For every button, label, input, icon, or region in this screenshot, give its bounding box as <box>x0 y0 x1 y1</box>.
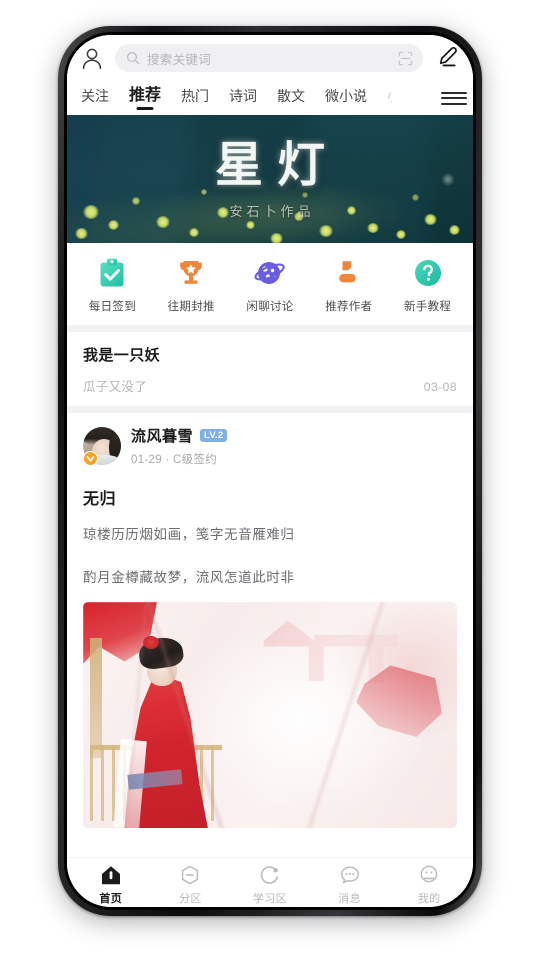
announcement-meta-row: 瓜子又没了 03-08 <box>83 376 457 395</box>
post-author-meta: 流风暮雪 LV.2 01-29 · C级签约 <box>131 425 228 467</box>
tab-remen[interactable]: 热门 <box>181 89 209 108</box>
category-tabs: 关注 推荐 热门 诗词 散文 微小说 小 <box>67 81 473 115</box>
banner-title: 星灯 <box>214 137 339 193</box>
planet-icon <box>254 262 285 284</box>
post-author-name[interactable]: 流风暮雪 <box>131 425 193 446</box>
question-circle-icon <box>414 260 441 286</box>
chat-bubble-icon <box>340 865 359 883</box>
nav-item-messages[interactable]: 消息 <box>310 864 390 906</box>
announcement-subtitle: 瓜子又没了 <box>83 380 148 394</box>
section-divider <box>67 325 473 332</box>
tab-next-partial[interactable]: 小 <box>387 89 392 108</box>
verified-v-icon <box>83 451 98 466</box>
nav-label: 学习区 <box>252 892 288 905</box>
post-date-and-rank: 01-29 · C级签约 <box>131 454 218 466</box>
quick-action-newbie-tutorial[interactable]: 新手教程 <box>388 256 467 314</box>
tabs-scroll-area[interactable]: 关注 推荐 热门 诗词 散文 微小说 小 <box>81 81 433 115</box>
circle-arc-icon <box>260 865 279 884</box>
nav-item-sections[interactable]: 分区 <box>151 864 231 906</box>
search-placeholder: 搜索关键词 <box>147 52 212 67</box>
announcement-date: 03-08 <box>423 380 457 394</box>
tab-tuijian[interactable]: 推荐 <box>129 87 161 109</box>
banner-subtitle: 安石卜作品 <box>229 205 315 220</box>
scan-qr-icon[interactable] <box>398 51 413 66</box>
hamburger-menu-icon[interactable] <box>441 85 467 111</box>
nav-label: 首页 <box>99 892 123 905</box>
post-line-2: 酌月金樽藏故梦，流风怎道此时非 <box>83 570 295 585</box>
tab-sanwen[interactable]: 散文 <box>277 89 305 108</box>
menu-line <box>441 91 467 94</box>
phone-frame: 搜索关键词 关注 推荐 热门 诗词 散文 微小说 星灯 安石卜作品 每日签到 往… <box>58 26 482 916</box>
announcement-title: 我是一只妖 <box>83 347 161 364</box>
bottom-navigation: 首页 分区 学习区 消息 我的 <box>67 858 473 907</box>
app-content: 搜索关键词 关注 推荐 热门 诗词 散文 微小说 星灯 安石卜作品 每日签到 往… <box>67 35 473 858</box>
phone-screen: 搜索关键词 关注 推荐 热门 诗词 散文 微小说 星灯 安石卜作品 每日签到 往… <box>67 35 473 907</box>
nav-label: 分区 <box>178 892 202 905</box>
nav-label: 我的 <box>417 892 441 905</box>
post-line-1: 琼楼历历烟如画，笺字无音雁难归 <box>83 527 295 542</box>
tab-shici[interactable]: 诗词 <box>229 89 257 108</box>
quick-action-past-features[interactable]: 往期封推 <box>152 256 231 314</box>
feed-post: 流风暮雪 LV.2 01-29 · C级签约 无归 琼楼历历烟如画，笺字无音雁难… <box>67 413 473 828</box>
search-input[interactable]: 搜索关键词 <box>115 44 423 72</box>
post-title[interactable]: 无归 <box>83 485 457 509</box>
user-outline-icon[interactable] <box>79 45 105 71</box>
hexagon-minus-icon <box>182 865 199 884</box>
nav-label: 消息 <box>338 892 361 905</box>
nav-item-profile[interactable]: 我的 <box>389 864 469 906</box>
clipboard-check-icon <box>100 258 124 287</box>
post-author-name-row: 流风暮雪 LV.2 <box>131 425 228 446</box>
post-image[interactable] <box>83 602 457 828</box>
post-author-row[interactable]: 流风暮雪 LV.2 01-29 · C级签约 <box>83 425 457 467</box>
quick-action-label: 闲聊讨论 <box>246 301 294 313</box>
quick-action-label: 推荐作者 <box>325 301 373 313</box>
quick-action-label: 新手教程 <box>403 301 452 313</box>
featured-banner[interactable]: 星灯 安石卜作品 <box>67 115 473 243</box>
tab-weixiaoshuo[interactable]: 微小说 <box>325 89 367 108</box>
menu-line <box>441 102 467 105</box>
quick-actions-row: 每日签到 往期封推 闲聊讨论 推荐作者 新手教程 <box>67 243 473 325</box>
search-icon <box>126 51 140 65</box>
quick-action-label: 往期封推 <box>167 301 215 313</box>
tab-guanzhu[interactable]: 关注 <box>81 89 109 108</box>
menu-line <box>441 97 467 99</box>
face-profile-icon <box>420 865 438 882</box>
quick-action-daily-checkin[interactable]: 每日签到 <box>73 256 152 314</box>
quick-action-recommended-authors[interactable]: 推荐作者 <box>309 256 388 314</box>
quick-action-label: 每日签到 <box>88 301 136 313</box>
top-bar: 搜索关键词 <box>67 35 473 81</box>
quick-action-chat-discussion[interactable]: 闲聊讨论 <box>231 256 310 314</box>
pencil-edit-icon[interactable] <box>433 45 459 71</box>
level-badge: LV.2 <box>200 429 228 442</box>
avatar[interactable] <box>83 427 121 466</box>
phone-bezel: 搜索关键词 关注 推荐 热门 诗词 散文 微小说 星灯 安石卜作品 每日签到 往… <box>64 32 476 910</box>
painting-texture <box>83 602 457 828</box>
section-divider <box>67 406 473 413</box>
nav-item-study[interactable]: 学习区 <box>230 864 310 906</box>
person-icon <box>338 261 356 283</box>
nav-item-home[interactable]: 首页 <box>71 864 151 906</box>
announcement-card[interactable]: 我是一只妖 瓜子又没了 03-08 <box>67 332 473 406</box>
home-icon <box>101 865 120 884</box>
trophy-icon <box>180 261 202 284</box>
